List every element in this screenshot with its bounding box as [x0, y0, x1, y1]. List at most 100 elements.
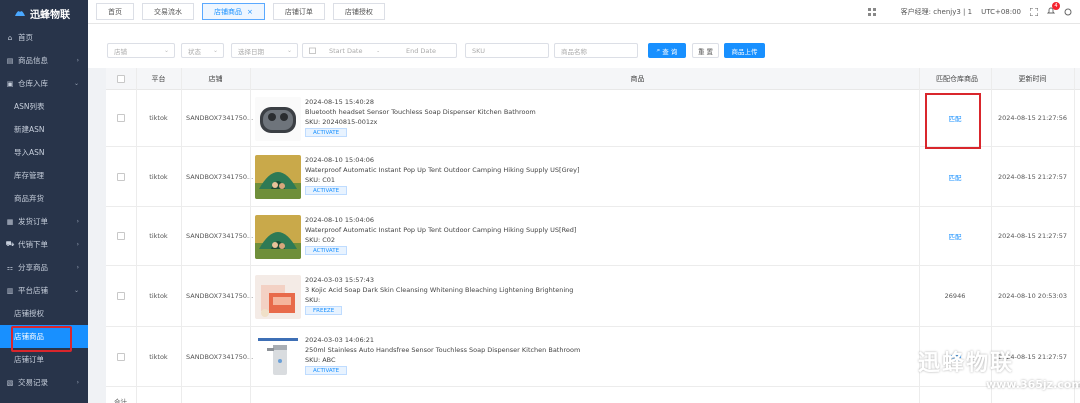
search-button-label: 查 询 [662, 47, 678, 56]
col-divider [250, 68, 251, 403]
end-date-placeholder: End Date [406, 46, 436, 55]
table-footer-total: 合计 [114, 398, 127, 403]
tab-1[interactable]: 交易流水 [142, 3, 194, 20]
product-image[interactable] [255, 97, 301, 141]
tab-label: 店铺授权 [344, 7, 373, 16]
sidebar-subitem[interactable]: 店铺授权 [0, 302, 88, 325]
status-badge: ACTIVATE [305, 366, 348, 375]
product-image[interactable] [255, 155, 301, 199]
date-range-picker[interactable]: Start Date - End Date [302, 43, 457, 58]
sidebar-subitem[interactable]: ASN列表 [0, 95, 88, 118]
row-checkbox-cell [106, 147, 136, 206]
tab-4[interactable]: 店铺授权 [332, 3, 385, 20]
store-cell: SANDBOX7341750... [186, 292, 254, 300]
status-badge: ACTIVATE [305, 128, 348, 137]
fullscreen-icon[interactable] [1030, 8, 1038, 16]
sidebar-item[interactable]: ⌂ 首页 [0, 26, 88, 49]
sidebar-subitem-label: 商品弃货 [14, 194, 44, 203]
table-header: 平台 店铺 商品 匹配仓库商品 更新时间 [106, 68, 1080, 90]
tab-0[interactable]: 首页 [96, 3, 134, 20]
match-cell: 26946 [919, 266, 991, 326]
sidebar-subitem[interactable]: 商品弃货 [0, 187, 88, 210]
sku-input[interactable]: SKU [465, 43, 549, 58]
product-title[interactable]: Waterproof Automatic Instant Pop Up Tent… [305, 165, 580, 175]
match-link[interactable]: 匹配 [949, 172, 962, 182]
select-all-checkbox[interactable] [117, 75, 125, 83]
search-icon: ⌕ [656, 46, 661, 54]
chevron-icon: › [76, 241, 79, 248]
sidebar-item[interactable]: ▧ 交易记录 › [0, 371, 88, 394]
sidebar-item[interactable]: ▤ 商品信息 › [0, 49, 88, 72]
refresh-icon[interactable] [1064, 8, 1072, 16]
product-name-input[interactable]: 商品名称 [554, 43, 638, 58]
store-cell: SANDBOX7341750... [186, 172, 254, 181]
product-title[interactable]: 250ml Stainless Auto Handsfree Sensor To… [305, 345, 580, 355]
sidebar-item-label: 分享商品 [18, 263, 48, 272]
platform-cell: tiktok [149, 352, 168, 361]
product-title[interactable]: Waterproof Automatic Instant Pop Up Tent… [305, 225, 576, 235]
notification-bell[interactable]: 4 [1046, 2, 1060, 17]
tab-label: 店铺订单 [284, 7, 313, 16]
chevron-down-icon: ⌄ [212, 47, 218, 54]
reset-button-label: 重 置 [697, 47, 714, 56]
sidebar-subitem[interactable]: 导入ASN [0, 141, 88, 164]
product-info: 2024-08-15 15:40:28 Bluetooth headset Sen… [305, 97, 536, 137]
col-product: 商品 [630, 75, 645, 83]
date-type-select[interactable]: 选择日期 ⌄ [231, 43, 298, 58]
match-link[interactable]: 匹配 [949, 231, 962, 241]
product-name-placeholder: 商品名称 [561, 47, 587, 56]
goods-icon: ▤ [6, 56, 14, 65]
product-image[interactable] [255, 215, 301, 259]
sidebar-subitem[interactable]: 库存管理 [0, 164, 88, 187]
chevron-icon: › [76, 218, 79, 225]
brand-logo[interactable]: 迅蜂物联 [0, 0, 88, 26]
sidebar-subitem[interactable]: 新建ASN [0, 118, 88, 141]
search-button[interactable]: ⌕ 查 询 [648, 43, 686, 58]
sidebar-item[interactable]: ▦ 发货订单 › [0, 210, 88, 233]
tab-label: 交易流水 [154, 7, 182, 16]
tab-label: 首页 [108, 7, 122, 16]
product-image[interactable] [255, 275, 301, 319]
upload-button-label: 商品上传 [731, 47, 758, 56]
col-divider [181, 68, 182, 403]
watermark-url: www.365jz.com [986, 378, 1080, 391]
product-sku: SKU: 20240815-001zx [305, 118, 378, 126]
close-icon[interactable]: × [247, 8, 253, 16]
store-cell: SANDBOX7341750... [186, 352, 254, 361]
sidebar-item[interactable]: ⚏ 分享商品 › [0, 256, 88, 279]
row-checkbox[interactable] [117, 172, 125, 181]
account-manager-label: 客户经理: chenjy3 | 1 [900, 8, 973, 16]
updated-time-cell: 2024-08-15 21:27:57 [997, 232, 1068, 240]
range-separator: - [377, 46, 380, 55]
product-info: 2024-08-10 15:04:06 Waterproof Automatic … [305, 155, 580, 195]
timezone-label[interactable]: UTC+08:00 [981, 8, 1021, 16]
row-checkbox[interactable] [117, 352, 125, 361]
store-select[interactable]: 店铺 ⌄ [107, 43, 175, 58]
product-sku: SKU: C01 [305, 176, 336, 184]
row-checkbox[interactable] [117, 292, 125, 300]
store-icon: ▥ [6, 286, 14, 295]
product-created-time: 2024-03-03 15:57:43 [305, 276, 375, 284]
status-select[interactable]: 状态 ⌄ [181, 43, 224, 58]
product-image[interactable] [255, 335, 301, 379]
upload-product-button[interactable]: 商品上传 [724, 43, 765, 58]
product-sku: SKU: C02 [305, 236, 336, 244]
sidebar-item[interactable]: ⛟ 代销下单 › [0, 233, 88, 256]
product-title[interactable]: Bluetooth headset Sensor Touchless Soap … [305, 107, 536, 117]
sidebar: 迅蜂物联 ⌂ 首页 ▤ 商品信息 › ▣ 仓库入库 ⌄ ASN列表 新建ASN 导入ASN 库存管理商… [0, 0, 88, 403]
product-title[interactable]: 3 Kojic Acid Soap Dark Skin Cleansing Wh… [305, 285, 573, 295]
sidebar-item[interactable]: ▥ 平台店铺 ⌄ [0, 279, 88, 302]
product-info: 2024-03-03 14:06:21 250ml Stainless Auto … [305, 335, 580, 375]
apps-grid-icon[interactable] [868, 8, 876, 16]
sidebar-item[interactable]: ▣ 仓库入库 ⌄ [0, 72, 88, 95]
tab-3[interactable]: 店铺订单 [272, 3, 325, 20]
record-icon: ▧ [6, 378, 14, 387]
logo-icon [15, 11, 25, 16]
reset-button[interactable]: 重 置 [692, 43, 719, 58]
store-cell: SANDBOX7341750... [186, 232, 254, 240]
row-checkbox[interactable] [117, 232, 125, 240]
updated-time-cell: 2024-08-10 20:53:03 [997, 292, 1068, 300]
row-checkbox[interactable] [117, 114, 125, 122]
product-created-time: 2024-08-10 15:04:06 [305, 216, 375, 224]
tab-2[interactable]: 店铺商品 × [202, 3, 265, 20]
